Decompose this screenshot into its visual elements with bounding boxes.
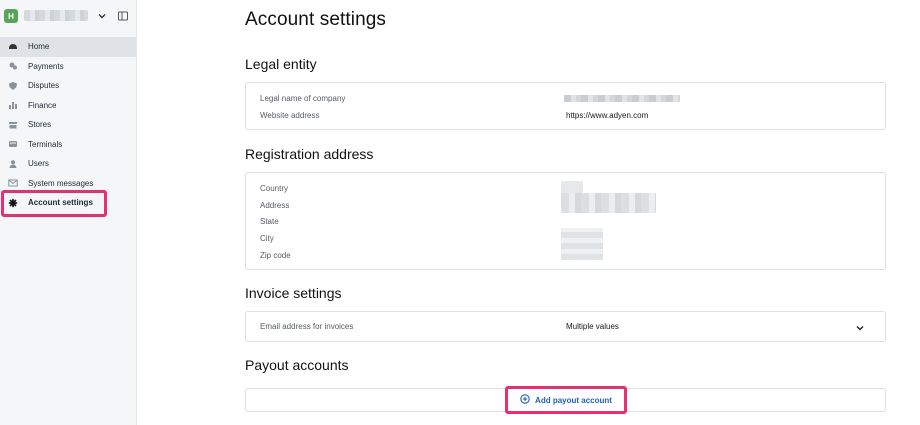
sidebar-item-payments[interactable]: Payments xyxy=(0,57,136,77)
sidebar-item-stores[interactable]: Stores xyxy=(0,115,136,135)
invoice-email-label: Email address for invoices xyxy=(260,322,354,331)
sidebar-item-label: Terminals xyxy=(28,139,63,149)
payments-icon xyxy=(8,61,18,71)
sidebar-item-label: Disputes xyxy=(28,81,60,91)
legal-name-label: Legal name of company xyxy=(260,94,346,103)
sidebar-item-label: Finance xyxy=(28,100,57,110)
sidebar-item-home[interactable]: Home xyxy=(0,37,136,57)
avatar: H xyxy=(4,9,18,23)
sidebar-item-label: Payments xyxy=(28,61,64,71)
legal-entity-card: Legal name of company Website address ht… xyxy=(245,82,886,130)
sidebar-item-disputes[interactable]: Disputes xyxy=(0,76,136,96)
sidebar-item-label: Home xyxy=(28,42,50,52)
sidebar-item-label: Users xyxy=(28,159,49,169)
sidebar: H Home Payments Disputes Finance Stores … xyxy=(0,0,137,425)
account-name-redacted xyxy=(24,10,88,21)
collapse-sidebar-icon[interactable] xyxy=(117,9,129,21)
page-title: Account settings xyxy=(245,9,387,30)
add-payout-account-button[interactable]: Add payout account xyxy=(520,394,612,406)
home-icon xyxy=(8,42,18,52)
address-label: Address xyxy=(260,201,290,210)
account-switcher[interactable]: H xyxy=(4,7,132,25)
state-label: State xyxy=(260,217,279,226)
user-icon xyxy=(8,159,18,169)
invoice-email-dropdown[interactable]: Email address for invoices Multiple valu… xyxy=(245,311,886,342)
main-content: Account settings Legal entity Legal name… xyxy=(137,0,920,425)
highlight-annotation: Add payout account xyxy=(505,386,627,414)
shield-icon xyxy=(8,81,18,91)
terminal-icon xyxy=(8,139,18,149)
sidebar-item-users[interactable]: Users xyxy=(0,154,136,174)
bar-chart-icon xyxy=(8,100,18,110)
invoice-email-value: Multiple values xyxy=(566,322,619,331)
registration-address-title: Registration address xyxy=(245,146,374,162)
highlight-annotation xyxy=(1,190,107,217)
chevron-down-icon[interactable] xyxy=(854,321,866,339)
add-payout-account-label: Add payout account xyxy=(535,395,612,405)
city-zip-redacted xyxy=(561,228,603,260)
sidebar-item-label: Stores xyxy=(28,120,52,130)
city-label: City xyxy=(260,234,274,243)
sidebar-item-label: System messages xyxy=(28,178,94,188)
website-label: Website address xyxy=(260,111,320,120)
legal-name-redacted xyxy=(564,95,680,102)
zip-code-label: Zip code xyxy=(260,251,291,260)
payout-accounts-title: Payout accounts xyxy=(245,357,349,373)
sidebar-item-finance[interactable]: Finance xyxy=(0,96,136,116)
registration-address-card: Country Address State City Zip code xyxy=(245,172,886,270)
sidebar-nav: Home Payments Disputes Finance Stores Te… xyxy=(0,37,136,213)
invoice-settings-title: Invoice settings xyxy=(245,285,342,301)
legal-entity-title: Legal entity xyxy=(245,56,317,72)
country-label: Country xyxy=(260,184,289,193)
country-redacted xyxy=(561,181,583,193)
website-value: https://www.adyen.com xyxy=(566,111,649,120)
store-icon xyxy=(8,120,18,130)
address-redacted xyxy=(561,193,656,213)
sidebar-item-terminals[interactable]: Terminals xyxy=(0,135,136,155)
chevron-down-icon[interactable] xyxy=(96,9,108,21)
envelope-icon xyxy=(8,178,18,188)
plus-circle-icon xyxy=(520,394,530,406)
